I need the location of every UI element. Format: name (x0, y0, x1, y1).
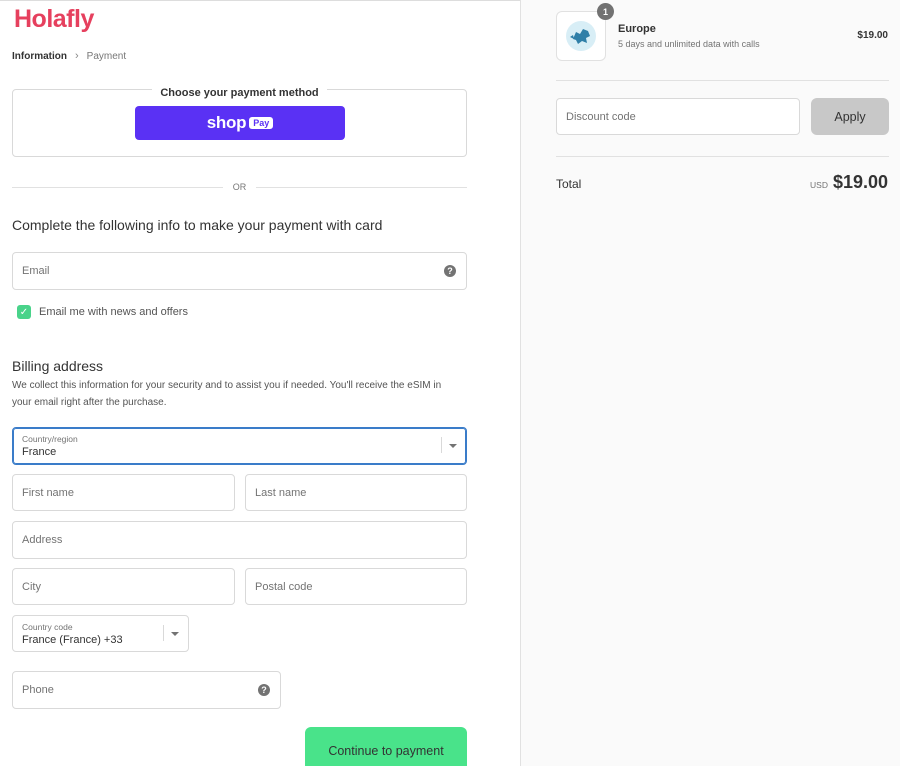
newsletter-checkbox-row[interactable]: ✓ Email me with news and offers (17, 305, 188, 319)
continue-to-payment-button[interactable]: Continue to payment (305, 727, 467, 766)
product-thumbnail (556, 11, 606, 61)
first-name-field[interactable]: First name (12, 474, 235, 511)
payment-method-legend: Choose your payment method (152, 87, 327, 99)
europe-map-icon (566, 21, 596, 51)
shop-pay-button[interactable]: shop Pay (135, 106, 345, 140)
country-code-value: France (France) +33 (22, 634, 123, 646)
express-checkout-box: Choose your payment method shop Pay (12, 87, 467, 157)
chevron-right-icon: › (75, 50, 79, 62)
email-field[interactable]: Email ? (12, 252, 467, 290)
billing-description: We collect this information for your sec… (12, 380, 442, 408)
postal-code-field[interactable]: Postal code (245, 568, 467, 605)
quantity-badge: 1 (597, 3, 614, 20)
holafly-logo[interactable]: Holafly (14, 5, 94, 34)
order-summary: 1 Europe 5 days and unlimited data with … (520, 0, 900, 766)
billing-title: Billing address (12, 358, 104, 374)
newsletter-label[interactable]: Email me with news and offers (39, 306, 188, 318)
breadcrumb-information[interactable]: Information (12, 51, 67, 62)
country-code-label: Country code (22, 622, 73, 632)
or-divider: OR (12, 181, 467, 193)
apply-discount-button[interactable]: Apply (811, 98, 889, 135)
help-icon[interactable]: ? (444, 265, 456, 277)
product-description: 5 days and unlimited data with calls (618, 39, 760, 49)
country-code-select[interactable]: Country code France (France) +33 (12, 615, 189, 652)
total-currency: USD (810, 180, 828, 190)
newsletter-checkbox[interactable]: ✓ (17, 305, 31, 319)
shop-pay-logo-text: shop (206, 113, 247, 132)
discount-code-placeholder: Discount code (566, 110, 636, 123)
postal-code-placeholder: Postal code (255, 580, 313, 593)
product-price: $19.00 (857, 30, 888, 41)
shop-pay-badge: Pay (249, 117, 274, 129)
discount-code-field[interactable]: Discount code (556, 98, 800, 135)
chevron-down-icon (449, 444, 457, 448)
total-amount: $19.00 (832, 172, 888, 192)
first-name-placeholder: First name (22, 486, 74, 499)
city-placeholder: City (22, 580, 41, 593)
checkout-main: Holafly Information › Payment Choose you… (0, 0, 520, 766)
last-name-field[interactable]: Last name (245, 474, 467, 511)
total-label: Total (556, 177, 582, 191)
breadcrumb: Information › Payment (12, 50, 126, 62)
country-region-value: France (22, 446, 57, 458)
breadcrumb-payment: Payment (86, 50, 127, 62)
phone-placeholder: Phone (22, 684, 54, 696)
city-field[interactable]: City (12, 568, 235, 605)
address-placeholder: Address (22, 534, 63, 546)
address-field[interactable]: Address (12, 521, 467, 559)
phone-field[interactable]: Phone ? (12, 671, 281, 709)
or-label: OR (232, 182, 247, 192)
country-region-select[interactable]: Country/region France (12, 427, 467, 465)
country-region-label: Country/region (22, 434, 78, 444)
chevron-down-icon (171, 631, 179, 636)
card-section-heading: Complete the following info to make your… (12, 217, 383, 233)
email-placeholder: Email (22, 265, 50, 277)
last-name-placeholder: Last name (255, 486, 307, 499)
help-icon[interactable]: ? (258, 684, 270, 696)
product-name: Europe (618, 23, 656, 35)
